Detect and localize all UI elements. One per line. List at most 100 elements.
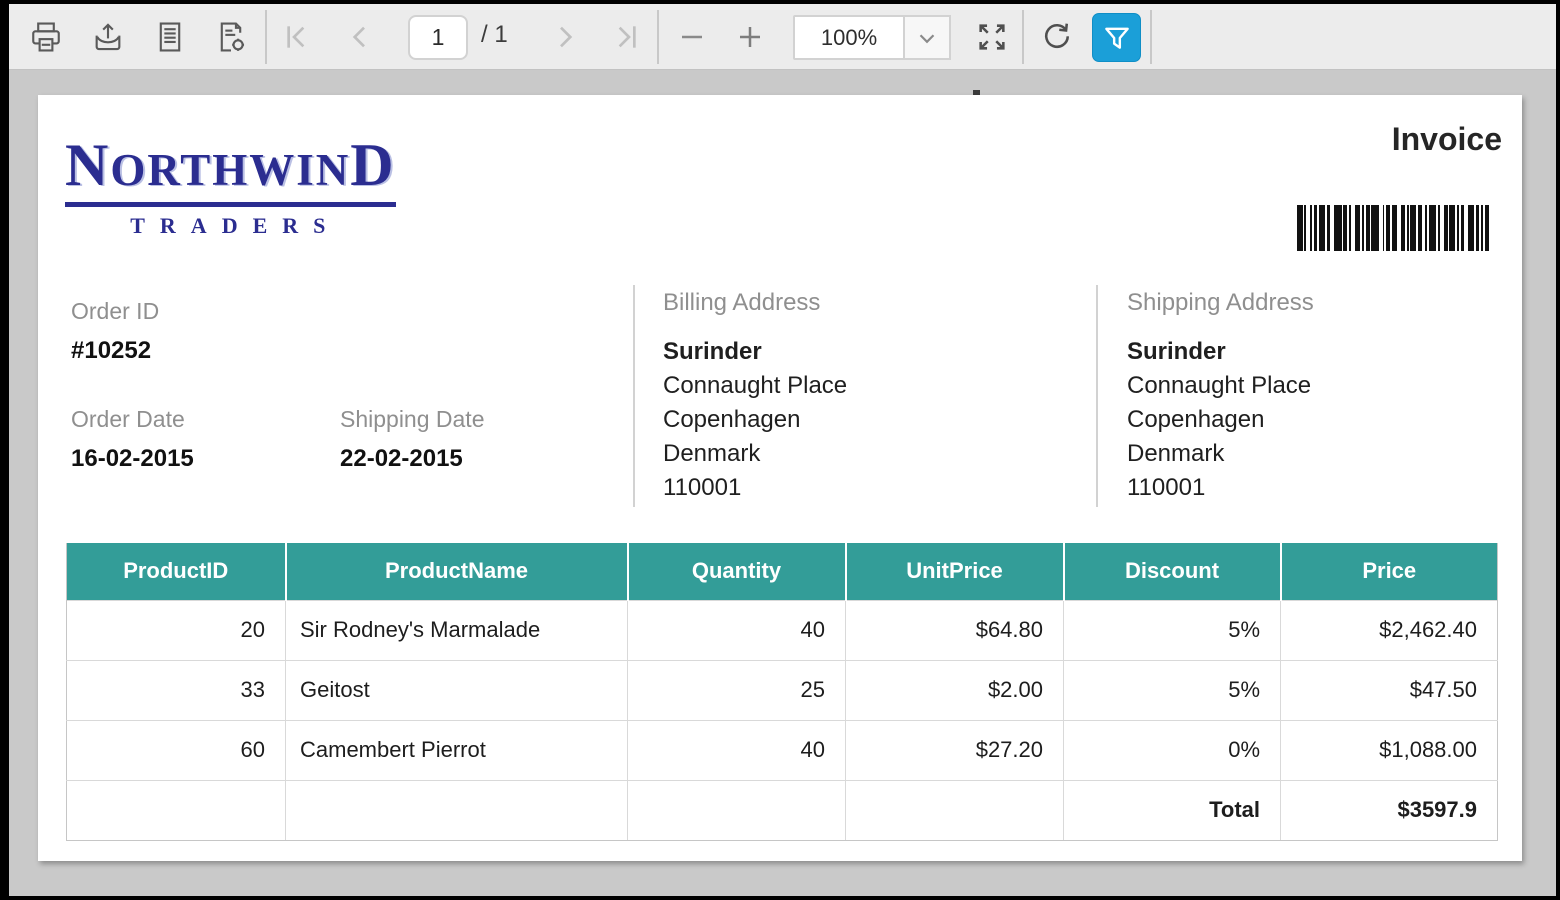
first-page-icon — [282, 21, 314, 53]
cell-empty — [286, 780, 628, 840]
next-page-button[interactable] — [543, 15, 587, 59]
total-value: $3597.9 — [1281, 780, 1498, 840]
table-row: 33 Geitost 25 $2.00 5% $47.50 — [67, 660, 1498, 720]
previous-page-icon — [344, 21, 376, 53]
toolbar: / 1 — [9, 4, 1556, 70]
refresh-button[interactable] — [1035, 15, 1079, 59]
cell-unit-price: $2.00 — [846, 660, 1064, 720]
table-row: 60 Camembert Pierrot 40 $27.20 0% $1,088… — [67, 720, 1498, 780]
zoom-out-button[interactable] — [670, 15, 714, 59]
page-total-label: / 1 — [481, 21, 508, 49]
order-date-value: 16-02-2015 — [71, 445, 194, 473]
cell-product-name: Sir Rodney's Marmalade — [286, 600, 628, 660]
column-header: ProductName — [286, 543, 628, 600]
shipping-date-label: Shipping Date — [340, 406, 485, 433]
billing-line: 110001 — [663, 471, 847, 505]
billing-name: Surinder — [663, 335, 847, 369]
next-page-icon — [549, 21, 581, 53]
printer-icon — [29, 20, 63, 54]
shipping-address-label: Shipping Address — [1127, 286, 1314, 320]
total-label: Total — [1064, 780, 1281, 840]
filter-button[interactable] — [1092, 13, 1141, 62]
cell-quantity: 40 — [628, 720, 846, 780]
divider — [633, 285, 635, 507]
zoom-control — [793, 15, 951, 60]
cell-product-id: 33 — [67, 660, 286, 720]
toolbar-separator — [265, 10, 267, 64]
page-number-input[interactable] — [408, 15, 468, 60]
report-viewer-window: / 1 — [9, 4, 1556, 896]
chevron-down-icon — [914, 25, 940, 51]
shipping-line: Copenhagen — [1127, 403, 1314, 437]
order-id-label: Order ID — [71, 298, 159, 325]
logo-subtitle: TRADERS — [65, 213, 396, 239]
print-button[interactable] — [24, 15, 68, 59]
toolbar-separator — [657, 10, 659, 64]
fit-to-page-button[interactable] — [970, 15, 1014, 59]
cell-price: $47.50 — [1281, 660, 1498, 720]
document-lines-icon — [153, 20, 187, 54]
shipping-line: Denmark — [1127, 437, 1314, 471]
previous-page-button[interactable] — [338, 15, 382, 59]
zoom-level-input[interactable] — [793, 15, 905, 60]
order-date-label: Order Date — [71, 406, 194, 433]
toolbar-separator — [1150, 10, 1152, 64]
page-setup-button[interactable] — [209, 15, 253, 59]
order-id-block: Order ID #10252 — [71, 298, 159, 365]
shipping-line: Connaught Place — [1127, 369, 1314, 403]
logo-name: NORTHWIND — [65, 131, 396, 207]
table-row: 20 Sir Rodney's Marmalade 40 $64.80 5% $… — [67, 600, 1498, 660]
table-total-row: Total $3597.9 — [67, 780, 1498, 840]
billing-address-label: Billing Address — [663, 286, 847, 320]
cell-discount: 5% — [1064, 660, 1281, 720]
billing-line: Connaught Place — [663, 369, 847, 403]
export-icon — [91, 20, 125, 54]
report-page: NORTHWIND TRADERS Invoice Order ID #1025… — [38, 95, 1522, 861]
cell-empty — [628, 780, 846, 840]
report-title: Invoice — [1392, 121, 1502, 158]
billing-line: Copenhagen — [663, 403, 847, 437]
cell-product-id: 60 — [67, 720, 286, 780]
column-header: UnitPrice — [846, 543, 1064, 600]
order-id-value: #10252 — [71, 337, 159, 365]
order-date-block: Order Date 16-02-2015 — [71, 406, 194, 473]
column-header: Price — [1281, 543, 1498, 600]
shipping-line: 110001 — [1127, 471, 1314, 505]
cell-discount: 5% — [1064, 600, 1281, 660]
shipping-date-value: 22-02-2015 — [340, 445, 485, 473]
barcode-image — [1297, 205, 1495, 251]
zoom-in-button[interactable] — [728, 15, 772, 59]
billing-address-block: Billing Address Surinder Connaught Place… — [663, 286, 847, 505]
invoice-items-table: ProductID ProductName Quantity UnitPrice… — [66, 543, 1498, 841]
shipping-address-block: Shipping Address Surinder Connaught Plac… — [1127, 286, 1314, 505]
expand-arrows-icon — [975, 20, 1009, 54]
cell-price: $2,462.40 — [1281, 600, 1498, 660]
cell-quantity: 40 — [628, 600, 846, 660]
cell-price: $1,088.00 — [1281, 720, 1498, 780]
plus-icon — [735, 22, 765, 52]
cell-product-id: 20 — [67, 600, 286, 660]
toolbar-separator — [1022, 10, 1024, 64]
billing-line: Denmark — [663, 437, 847, 471]
shipping-name: Surinder — [1127, 335, 1314, 369]
report-viewer-area: NORTHWIND TRADERS Invoice Order ID #1025… — [9, 71, 1556, 896]
document-gear-icon — [214, 20, 248, 54]
print-layout-button[interactable] — [148, 15, 192, 59]
cell-quantity: 25 — [628, 660, 846, 720]
last-page-button[interactable] — [603, 15, 647, 59]
refresh-icon — [1040, 20, 1074, 54]
minus-icon — [677, 22, 707, 52]
column-header: Discount — [1064, 543, 1281, 600]
cell-product-name: Camembert Pierrot — [286, 720, 628, 780]
cell-unit-price: $64.80 — [846, 600, 1064, 660]
export-button[interactable] — [86, 15, 130, 59]
zoom-dropdown-button[interactable] — [905, 15, 951, 60]
cell-product-name: Geitost — [286, 660, 628, 720]
cell-unit-price: $27.20 — [846, 720, 1064, 780]
northwind-logo: NORTHWIND TRADERS — [65, 131, 396, 239]
shipping-date-block: Shipping Date 22-02-2015 — [340, 406, 485, 473]
column-header: Quantity — [628, 543, 846, 600]
divider — [1096, 285, 1098, 507]
cell-discount: 0% — [1064, 720, 1281, 780]
first-page-button[interactable] — [276, 15, 320, 59]
